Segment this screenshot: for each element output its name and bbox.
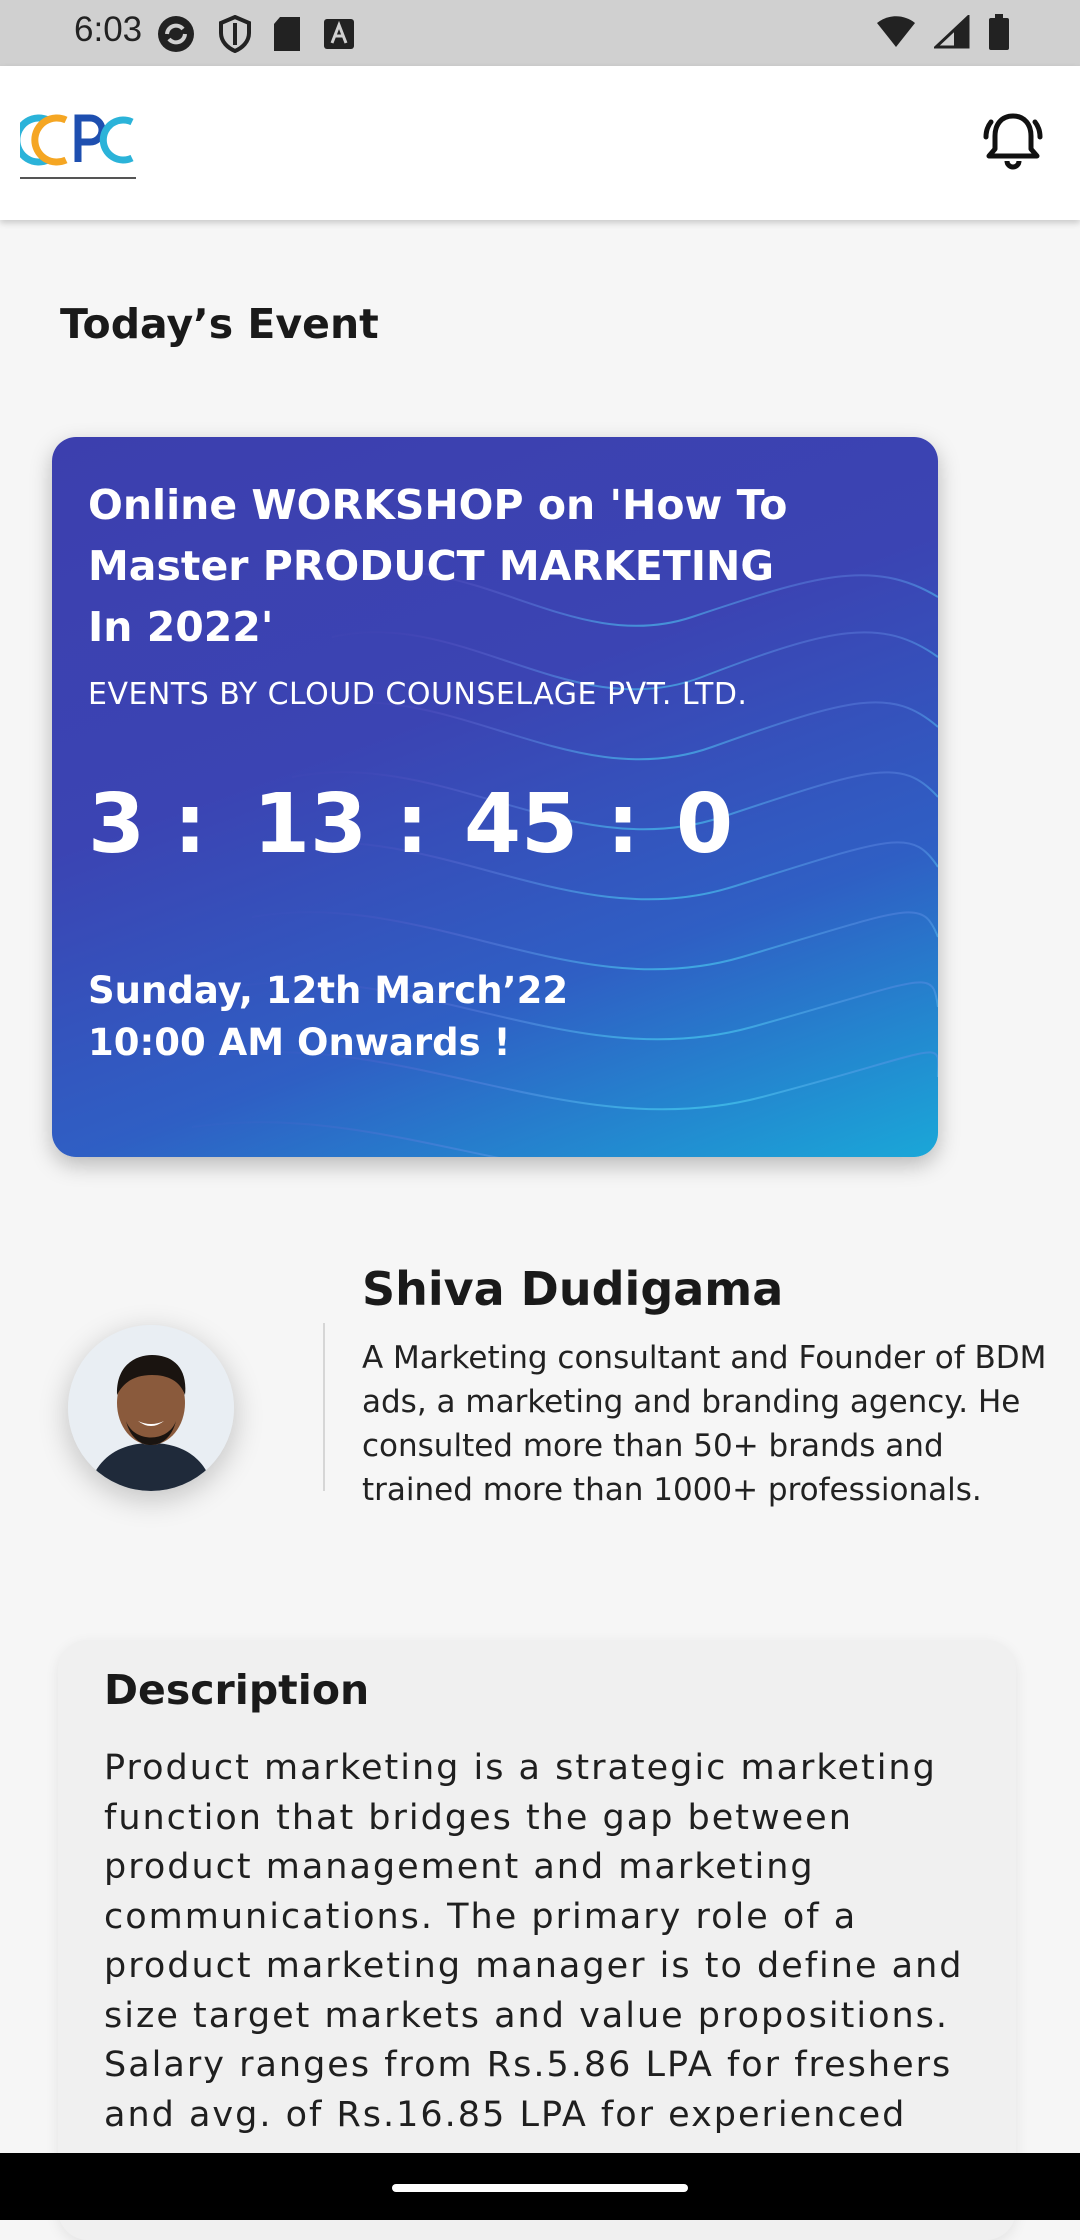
event-date: Sunday, 12th March’22 (88, 969, 569, 1012)
event-organizer: EVENTS BY CLOUD COUNSELAGE PVT. LTD. (88, 677, 748, 712)
event-datetime: Sunday, 12th March’22 10:00 AM Onwards ! (88, 965, 568, 1069)
event-time: 10:00 AM Onwards ! (88, 1021, 511, 1064)
status-icons-right (876, 14, 1010, 50)
description-text: Product marketing is a strategic marketi… (104, 1748, 964, 2135)
battery-icon (989, 14, 1009, 50)
home-indicator[interactable] (392, 2184, 688, 2192)
countdown-hours: 13 : (253, 777, 429, 872)
event-card[interactable]: Online WORKSHOP on 'How To Master PRODUC… (52, 437, 938, 1157)
countdown-days: 3 : (88, 777, 207, 872)
status-icons-left (156, 14, 356, 54)
description-title: Description (104, 1666, 370, 1714)
countdown-seconds: 0 (676, 777, 734, 872)
app-bar (0, 66, 1080, 220)
speaker-bio: A Marketing consultant and Founder of BD… (362, 1340, 1047, 1508)
speaker-name: Shiva Dudigama (362, 1262, 784, 1316)
bell-icon[interactable] (982, 110, 1044, 172)
cell-signal-icon (934, 15, 970, 49)
speaker-divider (323, 1323, 325, 1491)
status-bar: 6:03 (0, 0, 1080, 66)
a-box-icon (324, 19, 354, 49)
shield-icon (219, 15, 251, 53)
event-title: Online WORKSHOP on 'How To Master PRODUC… (88, 481, 788, 651)
speaker-avatar (68, 1325, 234, 1491)
app-logo[interactable] (20, 110, 136, 170)
countdown-minutes: 45 : (464, 777, 640, 872)
status-time: 6:03 (74, 10, 143, 49)
sd-card-icon (274, 17, 300, 51)
logo-caption (20, 166, 136, 179)
sync-icon (158, 16, 194, 52)
wifi-icon (877, 16, 915, 47)
description-card: Description Product marketing is a strat… (58, 1640, 1016, 2240)
section-title: Today’s Event (60, 300, 379, 348)
